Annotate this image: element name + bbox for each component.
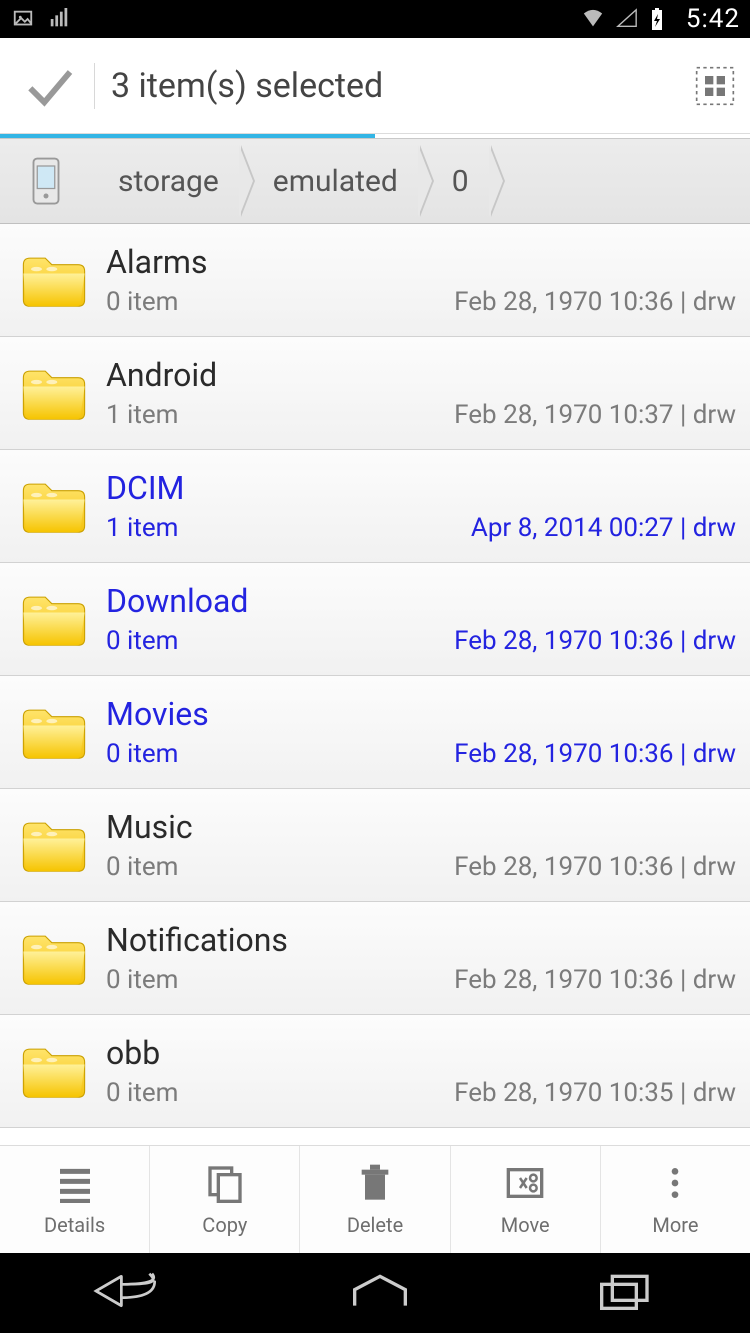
copy-button[interactable]: Copy: [150, 1146, 300, 1253]
file-meta: Feb 28, 1970 10:37 | drw: [454, 400, 736, 430]
file-meta: Feb 28, 1970 10:36 | drw: [454, 965, 736, 995]
file-meta: Feb 28, 1970 10:36 | drw: [454, 626, 736, 656]
folder-icon: [6, 337, 102, 449]
folder-icon: [6, 902, 102, 1014]
select-all-button[interactable]: [690, 61, 740, 111]
nav-back[interactable]: [83, 1271, 173, 1315]
done-button[interactable]: [4, 38, 94, 133]
file-meta: Apr 8, 2014 00:27 | drw: [471, 513, 736, 543]
file-meta: Feb 28, 1970 10:36 | drw: [454, 739, 736, 769]
signal-icon: [46, 8, 72, 30]
delete-button[interactable]: Delete: [300, 1146, 450, 1253]
move-icon: [505, 1163, 545, 1207]
details-icon: [55, 1163, 95, 1207]
file-items: 0 item: [106, 287, 178, 317]
file-meta: Feb 28, 1970 10:36 | drw: [454, 852, 736, 882]
status-clock: 5:42: [686, 4, 740, 34]
move-label: Move: [501, 1213, 550, 1237]
file-name: obb: [106, 1034, 736, 1072]
file-row[interactable]: Alarms 0 item Feb 28, 1970 10:36 | drw: [0, 224, 750, 337]
battery-charging-icon: [648, 8, 674, 30]
breadcrumb-segment-0[interactable]: 0: [422, 139, 493, 223]
file-items: 0 item: [106, 1078, 178, 1108]
selection-bar: 3 item(s) selected: [0, 38, 750, 134]
file-row[interactable]: Android 1 item Feb 28, 1970 10:37 | drw: [0, 337, 750, 450]
file-name: Alarms: [106, 243, 736, 281]
folder-icon: [6, 450, 102, 562]
wifi-icon: [580, 8, 606, 30]
folder-icon: [6, 676, 102, 788]
file-items: 0 item: [106, 626, 178, 656]
nav-recent[interactable]: [587, 1271, 667, 1315]
file-row[interactable]: obb 0 item Feb 28, 1970 10:35 | drw: [0, 1015, 750, 1128]
file-name: Download: [106, 582, 736, 620]
file-meta: Feb 28, 1970 10:36 | drw: [454, 287, 736, 317]
file-name: Music: [106, 808, 736, 846]
breadcrumb-root[interactable]: [4, 139, 88, 223]
nav-bar: [0, 1253, 750, 1333]
copy-label: Copy: [202, 1213, 247, 1237]
move-button[interactable]: Move: [451, 1146, 601, 1253]
file-row[interactable]: Movies 0 item Feb 28, 1970 10:36 | drw: [0, 676, 750, 789]
file-row[interactable]: Download 0 item Feb 28, 1970 10:36 | drw: [0, 563, 750, 676]
delete-label: Delete: [347, 1213, 403, 1237]
file-name: Movies: [106, 695, 736, 733]
details-button[interactable]: Details: [0, 1146, 150, 1253]
file-row[interactable]: DCIM 1 item Apr 8, 2014 00:27 | drw: [0, 450, 750, 563]
file-meta: Feb 28, 1970 10:35 | drw: [454, 1078, 736, 1108]
folder-icon: [6, 789, 102, 901]
more-icon: [655, 1163, 695, 1207]
file-items: 0 item: [106, 852, 178, 882]
details-label: Details: [44, 1213, 105, 1237]
file-row[interactable]: Notifications 0 item Feb 28, 1970 10:36 …: [0, 902, 750, 1015]
more-button[interactable]: More: [601, 1146, 750, 1253]
divider: [94, 63, 95, 109]
nav-home[interactable]: [340, 1271, 420, 1315]
delete-icon: [355, 1163, 395, 1207]
file-name: Notifications: [106, 921, 736, 959]
folder-icon: [6, 224, 102, 336]
file-items: 1 item: [106, 513, 178, 543]
action-bar: Details Copy Delete Move More: [0, 1145, 750, 1253]
image-notification-icon: [10, 8, 36, 30]
file-list: Alarms 0 item Feb 28, 1970 10:36 | drw A…: [0, 224, 750, 1128]
breadcrumb-segment-storage[interactable]: storage: [88, 139, 243, 223]
file-name: DCIM: [106, 469, 736, 507]
breadcrumb: storage emulated 0: [0, 138, 750, 224]
file-items: 0 item: [106, 965, 178, 995]
cell-signal-icon: [614, 8, 640, 30]
file-items: 0 item: [106, 739, 178, 769]
folder-icon: [6, 563, 102, 675]
more-label: More: [652, 1213, 698, 1237]
copy-icon: [205, 1163, 245, 1207]
file-row[interactable]: Music 0 item Feb 28, 1970 10:36 | drw: [0, 789, 750, 902]
breadcrumb-segment-emulated[interactable]: emulated: [243, 139, 422, 223]
status-bar: 5:42: [0, 0, 750, 38]
folder-icon: [6, 1015, 102, 1127]
file-items: 1 item: [106, 400, 178, 430]
file-name: Android: [106, 356, 736, 394]
selection-title: 3 item(s) selected: [111, 66, 383, 106]
